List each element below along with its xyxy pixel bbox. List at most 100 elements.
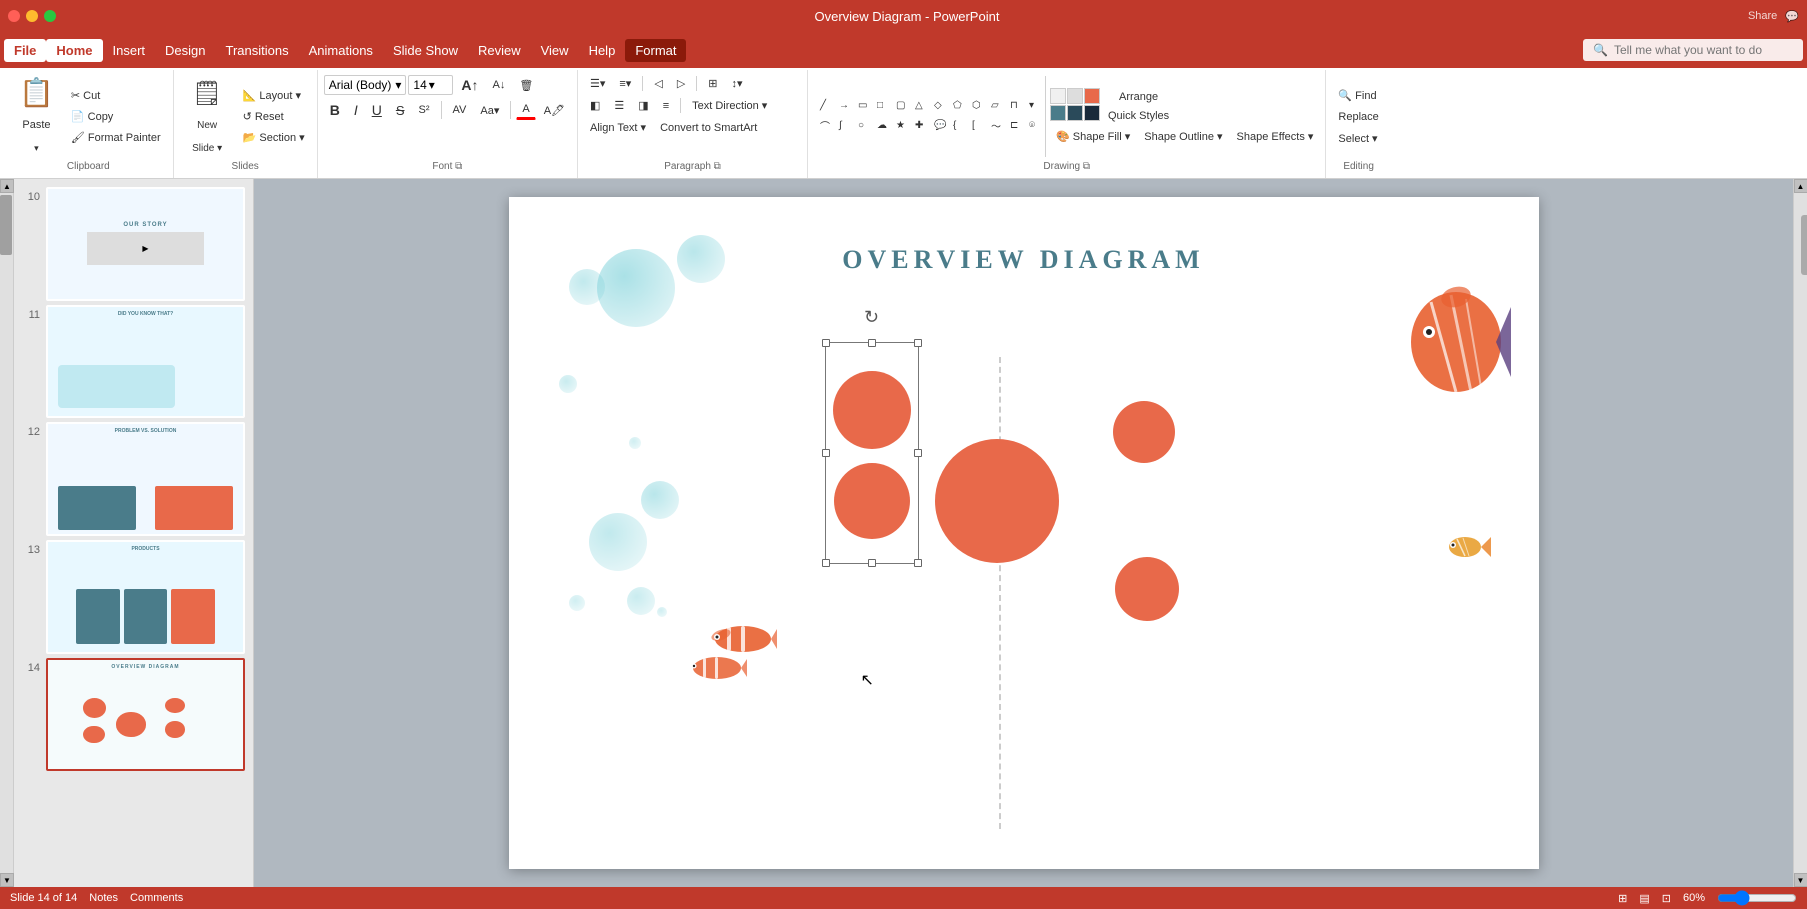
menu-transitions[interactable]: Transitions	[216, 39, 299, 62]
numbering-button[interactable]: ≡▾	[613, 74, 637, 93]
align-left-button[interactable]: ◧	[584, 96, 606, 115]
increase-font-button[interactable]: A↑	[455, 74, 484, 96]
rotate-handle[interactable]: ↻	[862, 307, 882, 327]
convert-smartart-button[interactable]: Convert to SmartArt	[654, 119, 763, 137]
line-spacing-button[interactable]: ↕▾	[726, 74, 749, 93]
highlight-button[interactable]: A🖊	[538, 101, 571, 120]
shape-oval[interactable]: ○	[852, 115, 870, 136]
slide-item-12[interactable]: 12 PROBLEM VS. SOLUTION	[22, 422, 245, 536]
selected-circle-top[interactable]	[833, 371, 911, 449]
font-name-selector[interactable]: Arial (Body) ▾	[324, 75, 407, 95]
align-right-button[interactable]: ◨	[632, 96, 654, 115]
shape-misc2[interactable]: ⌾	[1023, 115, 1041, 136]
shape-arc[interactable]: ⌒	[814, 115, 832, 136]
window-controls[interactable]	[8, 10, 56, 22]
selection-box[interactable]: ↻	[825, 342, 919, 564]
handle-tr[interactable]	[914, 339, 922, 347]
menu-slideshow[interactable]: Slide Show	[383, 39, 468, 62]
justify-button[interactable]: ≡	[657, 97, 675, 115]
shapes-more[interactable]: ▾	[1023, 97, 1041, 114]
scroll-thumb[interactable]	[0, 195, 12, 255]
clear-format-button[interactable]: 🗑	[513, 76, 539, 95]
handle-bm[interactable]	[868, 559, 876, 567]
bold-button[interactable]: B	[324, 99, 346, 121]
menu-format[interactable]: Format	[625, 39, 686, 62]
text-direction-button[interactable]: Text Direction ▾	[686, 96, 773, 115]
view-presenter-icon[interactable]: ⊡	[1662, 892, 1671, 905]
decrease-font-button[interactable]: A↓	[487, 76, 512, 94]
canvas-scroll-down[interactable]: ▼	[1794, 873, 1807, 887]
slide-item-10[interactable]: 10 OUR STORY ▶	[22, 187, 245, 301]
slide-item-11[interactable]: 11 DID YOU KNOW THAT?	[22, 305, 245, 419]
maximize-button[interactable]	[44, 10, 56, 22]
style-5[interactable]	[1067, 105, 1083, 121]
scroll-down-button[interactable]: ▼	[0, 873, 14, 887]
slide-thumb-10[interactable]: OUR STORY ▶	[46, 187, 245, 301]
select-button[interactable]: Select ▾	[1332, 129, 1384, 148]
shape-pentagon[interactable]: ⬠	[947, 97, 965, 114]
handle-tm[interactable]	[868, 339, 876, 347]
search-input[interactable]	[1614, 43, 1793, 57]
shape-fill-button[interactable]: 🎨 Shape Fill ▾	[1050, 127, 1136, 146]
menu-file[interactable]: File	[4, 39, 46, 62]
coral-circle-bottom-right[interactable]	[1115, 557, 1179, 621]
selected-circle-bottom[interactable]	[834, 463, 910, 539]
shape-arrow[interactable]: →	[833, 97, 851, 114]
style-4[interactable]	[1050, 105, 1066, 121]
replace-button[interactable]: Replace	[1332, 108, 1384, 126]
shape-wave[interactable]: 〜	[985, 115, 1003, 136]
scroll-up-button[interactable]: ▲	[0, 179, 14, 193]
copy-button[interactable]: 📄 Copy	[65, 107, 167, 126]
shape-triangle[interactable]: △	[909, 97, 927, 114]
coral-circle-medium[interactable]	[935, 439, 1059, 563]
menu-animations[interactable]: Animations	[299, 39, 383, 62]
shape-brace[interactable]: {	[947, 115, 965, 136]
cut-button[interactable]: ✂ Cut	[65, 86, 167, 105]
format-painter-button[interactable]: 🖌 Format Painter	[65, 128, 167, 147]
drawing-expand-icon[interactable]: ⧉	[1083, 161, 1090, 172]
style-2[interactable]	[1067, 88, 1083, 104]
shape-bracket[interactable]: [	[966, 115, 984, 136]
bullets-button[interactable]: ☰▾	[584, 74, 611, 93]
shape-outline-button[interactable]: Shape Outline ▾	[1138, 127, 1228, 146]
shape-hexagon[interactable]: ⬡	[966, 97, 984, 114]
menu-review[interactable]: Review	[468, 39, 531, 62]
canvas-scroll-up[interactable]: ▲	[1794, 179, 1807, 193]
italic-button[interactable]: I	[348, 99, 364, 121]
menu-view[interactable]: View	[531, 39, 579, 62]
minimize-button[interactable]	[26, 10, 38, 22]
shape-star[interactable]: ★	[890, 115, 908, 136]
coral-circle-top-right[interactable]	[1113, 401, 1175, 463]
close-button[interactable]	[8, 10, 20, 22]
handle-mr[interactable]	[914, 449, 922, 457]
slide-item-14[interactable]: 14 OVERVIEW DIAGRAM	[22, 658, 245, 772]
shape-effects-button[interactable]: Shape Effects ▾	[1231, 127, 1320, 146]
quick-styles-button[interactable]: Quick Styles	[1102, 107, 1175, 125]
font-expand-icon[interactable]: ⧉	[455, 161, 462, 172]
shape-misc1[interactable]: ⊏	[1004, 115, 1022, 136]
paste-dropdown[interactable]: ▾	[34, 143, 39, 154]
find-button[interactable]: 🔍 Find	[1332, 86, 1384, 105]
font-size-selector[interactable]: 14 ▾	[408, 75, 453, 95]
increase-indent-button[interactable]: ▷	[671, 74, 691, 93]
slide-canvas[interactable]: OVERVIEW DIAGRAM ↻	[509, 197, 1539, 869]
slide-thumb-12[interactable]: PROBLEM VS. SOLUTION	[46, 422, 245, 536]
handle-tl[interactable]	[822, 339, 830, 347]
strikethrough-button[interactable]: S	[390, 100, 411, 121]
shape-diamond[interactable]: ◇	[928, 97, 946, 114]
slide-item-13[interactable]: 13 PRODUCTS	[22, 540, 245, 654]
style-6[interactable]	[1084, 105, 1100, 121]
canvas-scroll-thumb[interactable]	[1801, 215, 1807, 275]
handle-bl[interactable]	[822, 559, 830, 567]
shape-rect[interactable]: ▭	[852, 97, 870, 114]
style-1[interactable]	[1050, 88, 1066, 104]
zoom-slider[interactable]	[1717, 890, 1797, 906]
comments-button-status[interactable]: Comments	[130, 892, 183, 904]
layout-button[interactable]: 📐 Layout ▾	[237, 86, 311, 105]
decrease-indent-button[interactable]: ◁	[648, 74, 668, 93]
slide-thumb-14[interactable]: OVERVIEW DIAGRAM	[46, 658, 245, 772]
notes-button[interactable]: Notes	[89, 892, 118, 904]
menu-help[interactable]: Help	[579, 39, 626, 62]
shape-curve[interactable]: ∫	[833, 115, 851, 136]
shape-cylinder[interactable]: ⊓	[1004, 97, 1022, 114]
